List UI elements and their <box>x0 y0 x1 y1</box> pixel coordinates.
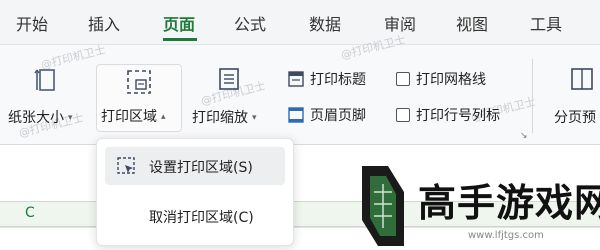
print-row-col-labels-label: 打印行号列标 <box>416 108 500 124</box>
tab-insert[interactable]: 插入 <box>88 11 120 35</box>
tab-start[interactable]: 开始 <box>16 11 48 35</box>
print-gridlines-checkbox[interactable]: 打印网格线 <box>396 69 486 89</box>
page-break-preview-label: 分页预 <box>554 110 596 126</box>
print-gridlines-label: 打印网格线 <box>416 72 486 88</box>
tab-tools[interactable]: 工具 <box>530 11 562 35</box>
column-header-c[interactable]: C <box>25 205 35 221</box>
print-area-button[interactable]: 打印区域 ▴ <box>96 64 182 132</box>
tab-page[interactable]: 页面 <box>163 11 195 35</box>
tab-view[interactable]: 视图 <box>456 11 488 35</box>
active-tab-indicator <box>163 38 197 41</box>
chevron-up-icon: ▴ <box>161 112 166 122</box>
menu-tab-bar: 开始 插入 页面 公式 数据 审阅 视图 工具 <box>0 0 600 44</box>
paper-size-icon <box>34 69 55 91</box>
checkbox-icon[interactable] <box>396 108 410 122</box>
print-row-col-labels-checkbox[interactable]: 打印行号列标 <box>396 105 500 125</box>
brand-logo: 高手游戏网 www.lfjtgs.com <box>348 162 600 250</box>
print-title-label: 打印标题 <box>310 72 366 88</box>
header-footer-button[interactable]: 页眉页脚 <box>288 105 366 125</box>
tab-data[interactable]: 数据 <box>309 11 341 35</box>
set-print-area-label: 设置打印区域(S) <box>149 160 253 176</box>
ribbon-separator <box>532 59 533 133</box>
set-print-area-item[interactable]: 设置打印区域(S) <box>105 147 285 185</box>
brand-name: 高手游戏网 <box>418 181 600 225</box>
checkbox-icon[interactable] <box>396 72 410 86</box>
print-title-button[interactable]: 打印标题 <box>288 69 366 89</box>
tab-formula[interactable]: 公式 <box>234 11 266 35</box>
print-area-dropdown: 设置打印区域(S) 取消打印区域(C) <box>96 138 294 246</box>
dialog-launcher-icon[interactable]: ↘ <box>520 131 528 141</box>
header-footer-label: 页眉页脚 <box>310 108 366 124</box>
ribbon-page-layout: @打印机卫士 @打印机卫士 @打印机卫士 @打印机卫士 @打印机卫士 纸张大小 ▾… <box>0 33 600 145</box>
print-area-icon <box>127 70 151 94</box>
chevron-down-icon: ▾ <box>252 113 257 123</box>
header-footer-icon <box>288 107 304 123</box>
print-scale-button[interactable]: 打印缩放 ▾ <box>188 45 276 145</box>
paper-size-button[interactable]: 纸张大小 ▾ <box>0 45 92 145</box>
paper-size-label: 纸张大小 <box>8 110 64 126</box>
set-print-area-icon <box>117 157 135 174</box>
brand-url: www.lfjtgs.com <box>468 230 544 241</box>
print-scale-label: 打印缩放 <box>192 110 248 126</box>
print-scale-icon <box>219 68 239 90</box>
print-area-label: 打印区域 <box>101 109 157 125</box>
chevron-down-icon: ▾ <box>68 113 73 123</box>
page-break-preview-icon <box>571 68 593 90</box>
page-break-preview-button[interactable]: 分页预 <box>540 45 600 145</box>
cancel-print-area-item[interactable]: 取消打印区域(C) <box>105 197 285 235</box>
brand-mark-icon <box>362 166 404 246</box>
print-title-icon <box>288 71 304 87</box>
cancel-print-area-label: 取消打印区域(C) <box>149 210 254 226</box>
